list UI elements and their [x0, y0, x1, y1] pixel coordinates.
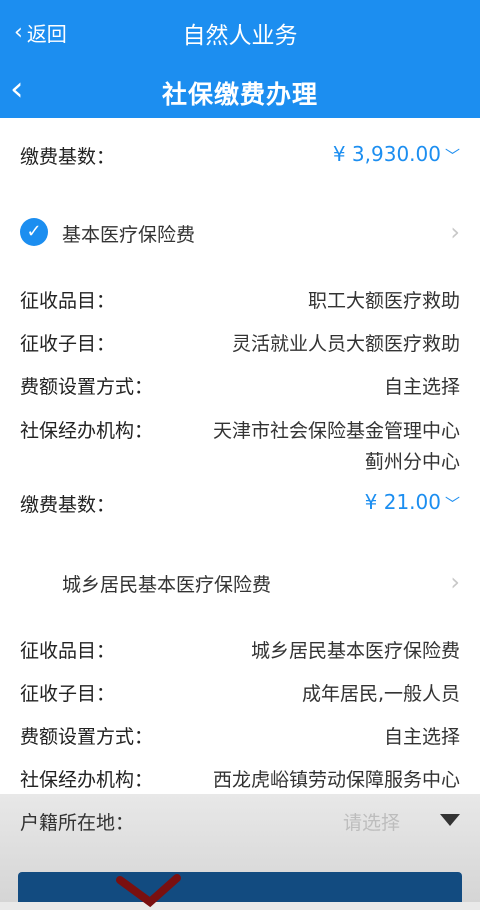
- household-location-row[interactable]: 户籍所在地： 请选择: [20, 800, 460, 840]
- fee-setting-value: 自主选择: [383, 726, 460, 748]
- levy-item-row: 征收品目： 城乡居民基本医疗保险费: [20, 628, 460, 668]
- agency-value: 西龙虎峪镇劳动保障服务中心: [212, 769, 460, 791]
- payment-base-amount: ¥ 21.00: [364, 490, 441, 514]
- agency-label: 社保经办机构：: [20, 420, 154, 442]
- levy-subitem-label: 征收子目：: [20, 683, 116, 705]
- insurance-section-basic-medical[interactable]: ✓ 基本医疗保险费 ›: [20, 208, 460, 258]
- household-location-label: 户籍所在地：: [20, 812, 135, 834]
- levy-subitem-row: 征收子目： 灵活就业人员大额医疗救助: [20, 321, 460, 361]
- levy-item-value: 城乡居民基本医疗保险费: [250, 640, 460, 662]
- agency-row: 社保经办机构： 天津市社会保险基金管理中心: [20, 408, 460, 448]
- page-title: 社保缴费办理: [161, 80, 318, 109]
- levy-item-label: 征收品目：: [20, 290, 116, 312]
- payment-base-label: 缴费基数：: [20, 146, 116, 168]
- payment-base-amount: ¥ 3,930.00: [332, 142, 441, 166]
- payment-form: 缴费基数： ¥ 3,930.00 ﹀ ✓ 基本医疗保险费 › 征收品目： 职工大额…: [0, 118, 480, 902]
- fee-setting-row: 费额设置方式： 自主选择: [20, 714, 460, 754]
- app-title: 自然人业务: [182, 23, 298, 49]
- dropdown-triangle-icon[interactable]: [440, 814, 460, 826]
- fee-setting-row: 费额设置方式： 自主选择: [20, 364, 460, 404]
- levy-item-value: 职工大额医疗救助: [307, 290, 460, 312]
- levy-subitem-label: 征收子目：: [20, 333, 116, 355]
- levy-item-row: 征收品目： 职工大额医疗救助: [20, 278, 460, 318]
- fee-setting-label: 费额设置方式：: [20, 726, 154, 748]
- chevron-down-icon: ﹀: [444, 147, 460, 165]
- agency-row: 社保经办机构： 西龙虎峪镇劳动保障服务中心: [20, 757, 460, 797]
- section-title: 城乡居民基本医疗保险费: [62, 574, 272, 596]
- agency-label: 社保经办机构：: [20, 769, 154, 791]
- payment-base-row[interactable]: 缴费基数： ¥ 3,930.00 ﹀: [20, 134, 460, 174]
- insurance-section-urban-rural[interactable]: 城乡居民基本医疗保险费 ›: [20, 558, 460, 608]
- levy-subitem-row: 征收子目： 成年居民,一般人员: [20, 671, 460, 711]
- chevron-right-icon: ›: [450, 568, 460, 596]
- top-navigation-bar: ‹ 返回 自然人业务: [0, 0, 480, 62]
- submit-button[interactable]: [18, 872, 462, 902]
- page-header: ‹ 社保缴费办理: [0, 62, 480, 118]
- chevron-right-icon: ›: [450, 218, 460, 246]
- levy-item-label: 征收品目：: [20, 640, 116, 662]
- chevron-down-icon: ﹀: [444, 495, 460, 513]
- checkmark-icon[interactable]: ✓: [20, 218, 48, 246]
- payment-base-row[interactable]: 缴费基数： ¥ 21.00 ﹀: [20, 482, 460, 522]
- fee-setting-label: 费额设置方式：: [20, 376, 154, 398]
- payment-base-value[interactable]: ¥ 3,930.00 ﹀: [333, 142, 460, 166]
- household-location-placeholder[interactable]: 请选择: [343, 808, 400, 835]
- arrow-annotation-icon: [116, 874, 181, 908]
- levy-subitem-value: 灵活就业人员大额医疗救助: [231, 333, 460, 355]
- fee-setting-value: 自主选择: [383, 376, 460, 398]
- levy-subitem-value: 成年居民,一般人员: [301, 683, 460, 705]
- payment-base-label: 缴费基数：: [20, 494, 116, 516]
- agency-value: 天津市社会保险基金管理中心: [212, 420, 460, 442]
- agency-value-line2: 蓟州分中心: [364, 451, 460, 473]
- section-title: 基本医疗保险费: [62, 224, 196, 246]
- payment-base-value[interactable]: ¥ 21.00 ﹀: [365, 490, 460, 514]
